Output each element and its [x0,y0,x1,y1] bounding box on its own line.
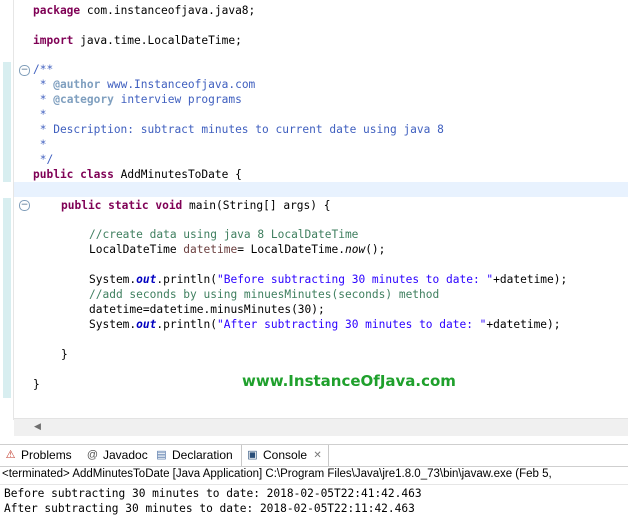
static-field: out [136,318,157,331]
method-close-brace: } [61,348,68,361]
string-literal: "After subtracting 30 minutes to date: " [217,318,487,331]
tab-problems[interactable]: ⚠ Problems [4,445,72,466]
code-comment: //add seconds by using minuesMinutes(sec… [89,288,440,301]
javadoc-star: * [33,93,54,106]
method-signature: main(String[] args) { [182,199,331,212]
console-output-line: Before subtracting 30 minutes to date: 2… [4,487,422,500]
string-literal: "Before subtracting 30 minutes to date: … [217,273,494,286]
console-icon: ▣ [247,449,258,461]
javadoc-author-tag: @author [53,78,101,91]
console-divider [0,484,628,485]
type-name: LocalDateTime [89,243,184,256]
static-method: now [344,243,366,256]
javadoc-category-value: interview programs [113,93,242,106]
gutter-highlight-method [3,198,11,398]
tab-label: Problems [21,448,72,462]
fold-collapse-icon[interactable]: − [19,200,30,211]
method-call: .println( [156,273,217,286]
javadoc-empty-line: * [33,108,47,121]
gutter-highlight-javadoc [3,62,11,182]
javadoc-icon: @ [86,449,99,461]
keyword: static [108,199,149,212]
tab-declaration[interactable]: ▤ Declaration [155,445,233,466]
code-editor[interactable]: − − package com.instanceofjava.java8; im… [0,0,628,420]
class-close-brace: } [33,378,40,391]
current-line-highlight [14,182,628,197]
import-name: java.time.LocalDateTime; [73,34,242,47]
bottom-panel-tabs: ⚠ Problems @ Javadoc ▤ Declaration ▣ Con… [0,444,628,467]
method-call: .println( [156,318,217,331]
keyword: public [33,168,74,181]
tab-label: Javadoc [103,448,148,462]
javadoc-category-tag: @category [53,93,114,106]
class-name: AddMinutesToDate { [113,168,242,181]
javadoc-author-value: www.Instanceofjava.com [100,78,256,91]
code-line-datetime-decl: LocalDateTime datetime= LocalDateTime.no… [89,242,385,257]
expression-end: +datetime); [493,273,568,286]
keyword: void [155,199,183,212]
keyword: public [61,199,102,212]
package-name: com.instanceofjava.java8; [80,4,256,17]
horizontal-scrollbar[interactable]: ◀ [14,418,628,436]
code-line-package: package com.instanceofjava.java8; [33,3,255,18]
class-ref: System. [89,318,137,331]
code-line-minus-minutes: datetime=datetime.minusMinutes(30); [89,303,325,316]
keyword: import [33,34,74,47]
expression: = LocalDateTime. [237,243,345,256]
code-line-main-method: public static void main(String[] args) { [61,198,330,213]
javadoc-category-line: * @category interview programs [33,92,242,107]
console-output-line: After subtracting 30 minutes to date: 20… [4,502,415,515]
close-icon[interactable]: ✕ [311,449,324,462]
keyword: package [33,4,81,17]
editor-gutter [0,0,14,420]
keyword: class [80,168,114,181]
console-status-header: <terminated> AddMinutesToDate [Java Appl… [2,468,552,480]
code-comment: //create data using java 8 LocalDateTime [89,228,359,241]
tab-label: Console [263,448,308,462]
problems-icon: ⚠ [5,449,16,461]
tab-console[interactable]: ▣ Console ✕ [241,445,330,466]
scroll-left-icon[interactable]: ◀ [34,422,41,432]
javadoc-star: * [33,78,54,91]
local-variable: datetime [183,243,238,256]
tab-javadoc[interactable]: @ Javadoc [86,445,148,466]
code-line-import: import java.time.LocalDateTime; [33,33,242,48]
javadoc-description: * Description: subtract minutes to curre… [33,123,444,136]
tab-label: Declaration [172,448,233,462]
watermark-text: www.InstanceOfJava.com [242,372,456,390]
declaration-icon: ▤ [156,449,167,461]
javadoc-empty-line: * [33,138,47,151]
code-line-println-after: System.out.println("After subtracting 30… [89,317,561,332]
fold-collapse-icon[interactable]: − [19,65,30,76]
expression-end: (); [365,243,386,256]
code-line-class-decl: public class AddMinutesToDate { [33,167,242,182]
expression-end: +datetime); [486,318,561,331]
code-line-println-before: System.out.println("Before subtracting 3… [89,272,567,287]
javadoc-open: /** [33,63,54,76]
javadoc-close: */ [33,153,54,166]
static-field: out [136,273,157,286]
javadoc-author-line: * @author www.Instanceofjava.com [33,77,256,92]
class-ref: System. [89,273,137,286]
